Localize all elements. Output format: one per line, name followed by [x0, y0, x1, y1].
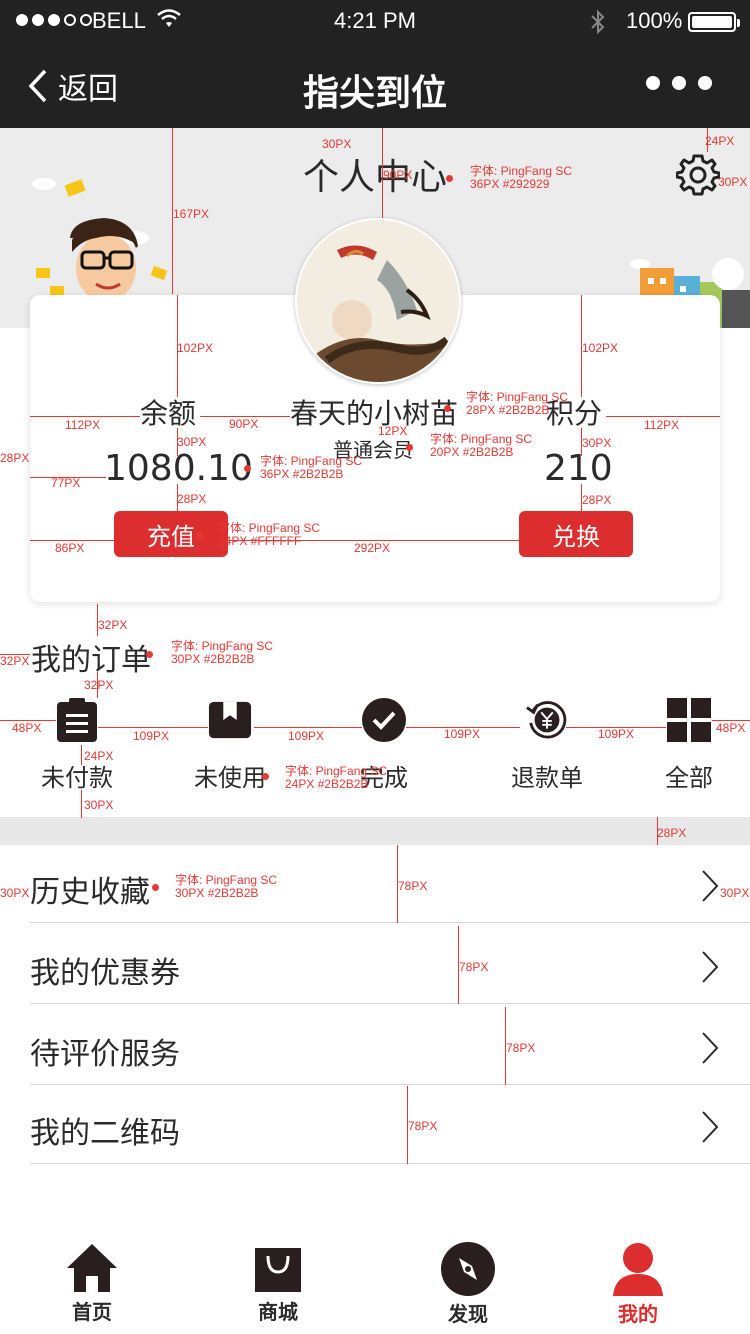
- tab-bar: 首页 商城 发现 我的: [0, 1234, 750, 1334]
- tab-home[interactable]: 首页: [32, 1242, 152, 1325]
- status-bar: BELL 4:21 PM 100%: [0, 0, 750, 44]
- balance-label: 余额: [140, 397, 197, 430]
- menu-item-qr-code[interactable]: 我的二维码: [0, 1086, 750, 1164]
- menu-item-pending-reviews[interactable]: 待评价服务: [0, 1007, 750, 1085]
- order-refunds[interactable]: 退款单: [487, 698, 607, 793]
- home-icon: [67, 1244, 117, 1292]
- back-button[interactable]: 返回: [28, 64, 118, 108]
- user-icon: [613, 1243, 663, 1296]
- battery-percentage: 100%: [626, 8, 683, 33]
- refund-yen-icon: [525, 698, 569, 742]
- menu-item-coupons[interactable]: 我的优惠券: [0, 926, 750, 1004]
- tab-label: 我的: [618, 1302, 658, 1326]
- more-options-icon[interactable]: [646, 76, 712, 90]
- tab-label: 商城: [258, 1300, 298, 1324]
- package-icon: [208, 698, 252, 742]
- divider: [30, 1163, 750, 1164]
- tab-mine[interactable]: 我的: [578, 1242, 698, 1327]
- order-unused[interactable]: 未使用: [170, 698, 290, 793]
- menu-item-label: 待评价服务: [30, 1037, 180, 1072]
- check-circle-icon: [362, 698, 406, 742]
- settings-gear-icon[interactable]: [675, 152, 721, 200]
- back-label: 返回: [58, 72, 118, 107]
- order-label: 未使用: [194, 764, 266, 792]
- chevron-right-icon: [700, 869, 720, 907]
- navigation-bar: 返回 指尖到位: [0, 44, 750, 128]
- chevron-left-icon: [28, 69, 47, 103]
- menu-item-history-favorites[interactable]: 历史收藏: [0, 845, 750, 923]
- recharge-button[interactable]: 充值: [114, 511, 228, 557]
- section-divider: [0, 817, 750, 845]
- page-title: 个人中心: [302, 157, 447, 198]
- order-label: 未付款: [41, 764, 113, 792]
- order-all[interactable]: 全部: [629, 698, 749, 793]
- compass-icon: [441, 1242, 495, 1296]
- bluetooth-icon: [588, 8, 608, 40]
- shopping-bag-icon: [255, 1248, 301, 1292]
- order-unpaid[interactable]: 未付款: [17, 698, 137, 793]
- username: 春天的小树苗: [290, 397, 459, 430]
- points-value: 210: [544, 448, 613, 489]
- divider: [30, 1003, 750, 1004]
- tab-label: 首页: [72, 1300, 112, 1324]
- menu-item-label: 我的二维码: [30, 1116, 180, 1151]
- tab-label: 发现: [448, 1302, 488, 1326]
- divider: [30, 1084, 750, 1085]
- menu-item-label: 我的优惠券: [30, 956, 180, 991]
- chevron-right-icon: [700, 950, 720, 988]
- order-label: 退款单: [511, 764, 583, 792]
- chevron-right-icon: [700, 1031, 720, 1069]
- user-avatar[interactable]: [295, 218, 461, 384]
- battery-icon: [688, 12, 740, 32]
- grid-icon: [667, 698, 711, 742]
- tab-discover[interactable]: 发现: [408, 1242, 528, 1327]
- order-label: 全部: [665, 764, 713, 792]
- tab-mall[interactable]: 商城: [218, 1242, 338, 1325]
- clipboard-icon: [55, 698, 99, 742]
- balance-value: 1080.10: [104, 448, 253, 489]
- my-orders-title: 我的订单: [31, 643, 151, 678]
- exchange-button[interactable]: 兑换: [519, 511, 633, 557]
- chevron-right-icon: [700, 1110, 720, 1148]
- divider: [30, 922, 750, 923]
- menu-item-label: 历史收藏: [30, 875, 150, 910]
